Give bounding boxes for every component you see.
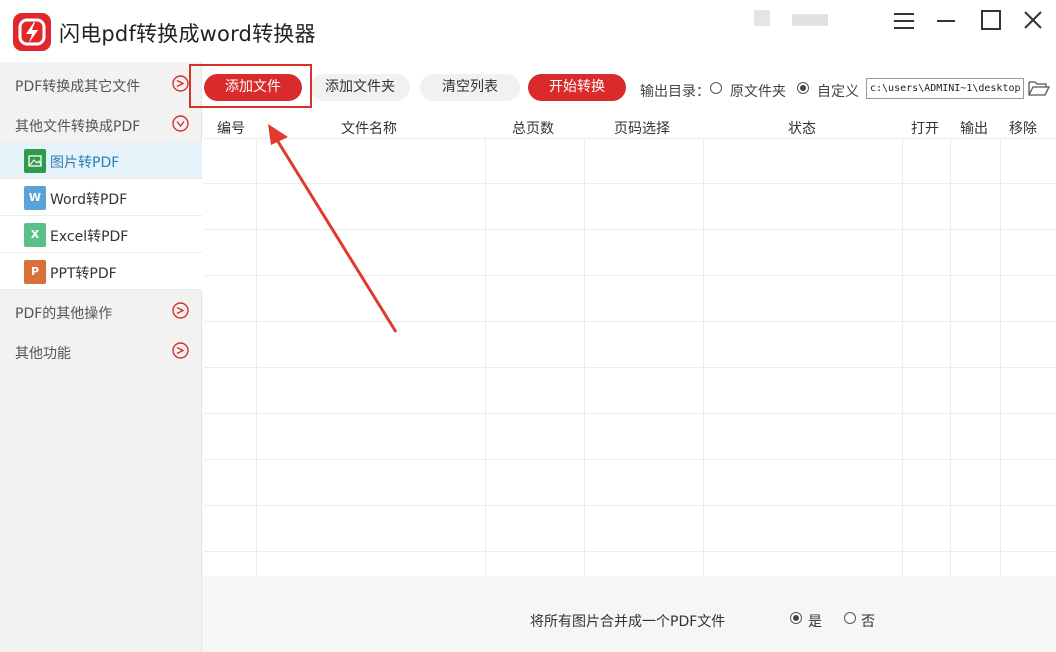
column-header-filename: 文件名称 [341,121,397,137]
merge-no-label: 否 [861,614,875,630]
sidebar-item-ppt-to-pdf[interactable]: P PPT转PDF [0,253,202,290]
table-gridline [256,138,257,576]
blurred-username [792,14,828,26]
original-folder-label: 原文件夹 [730,84,786,100]
column-header-total-pages: 总页数 [512,121,554,137]
sidebar-item-image-to-pdf[interactable]: 图片转PDF [0,142,202,179]
minimize-icon[interactable] [932,8,960,34]
table-gridline [204,459,1056,460]
merge-images-label: 将所有图片合并成一个PDF文件 [530,614,726,630]
output-dir-label: 输出目录： [640,84,710,100]
column-header-open: 打开 [911,121,939,137]
toolbar: 添加文件 添加文件夹 清空列表 开始转换 输出目录： 原文件夹 自定义 c:\u… [202,62,1056,114]
image-file-icon [24,149,46,173]
merge-yes-label: 是 [808,614,822,630]
sidebar-item-excel-to-pdf[interactable]: X Excel转PDF [0,216,202,253]
table-gridline [204,413,1056,414]
file-table: 编号 文件名称 总页数 页码选择 状态 打开 输出 移除 [204,114,1056,576]
table-gridline [204,321,1056,322]
table-gridline [204,505,1056,506]
column-header-remove: 移除 [1009,121,1037,137]
sidebar-item-label: 图片转PDF [50,155,120,171]
clear-list-button[interactable]: 清空列表 [420,74,520,101]
chevron-right-circle-icon [172,302,189,319]
column-header-output: 输出 [960,121,988,137]
chevron-down-circle-icon [172,115,189,132]
radio-merge-no[interactable] [844,612,856,624]
sidebar-item-label: Excel转PDF [50,229,129,245]
app-title: 闪电pdf转换成word转换器 [59,22,316,46]
sidebar-group-other-features[interactable]: 其他功能 [0,331,202,371]
custom-label: 自定义 [817,84,859,100]
chevron-right-circle-icon [172,342,189,359]
table-gridline [204,275,1056,276]
sidebar-group-other-to-pdf[interactable]: 其他文件转换成PDF [0,104,202,144]
add-file-button[interactable]: 添加文件 [204,74,302,101]
ppt-file-icon: P [24,260,46,284]
blurred-avatar [754,10,770,26]
sidebar: PDF转换成其它文件 其他文件转换成PDF 图片转PDF W Word转PDF … [0,62,202,652]
maximize-icon[interactable] [977,8,1005,34]
table-gridline [204,367,1056,368]
close-icon[interactable] [1019,8,1047,34]
table-gridline [204,229,1056,230]
start-convert-button[interactable]: 开始转换 [528,74,626,101]
chevron-right-circle-icon [172,75,189,92]
word-file-icon: W [24,186,46,210]
sidebar-group-pdf-to-other[interactable]: PDF转换成其它文件 [0,64,202,104]
column-header-page-select: 页码选择 [614,121,670,137]
sidebar-group-label: 其他文件转换成PDF [15,119,141,135]
table-gridline [1000,138,1001,576]
table-gridline [485,138,486,576]
table-gridline [584,138,585,576]
output-path-field[interactable]: c:\users\ADMINI~1\desktop [866,78,1024,99]
sidebar-item-label: Word转PDF [50,192,128,208]
title-bar: 闪电pdf转换成word转换器 [0,0,1056,62]
footer-options: 将所有图片合并成一个PDF文件 是 否 [202,576,1056,652]
sidebar-group-label: PDF的其他操作 [15,306,113,322]
table-gridline [703,138,704,576]
folder-open-icon[interactable] [1028,79,1051,97]
radio-original-folder[interactable] [710,82,722,94]
table-gridline [902,138,903,576]
menu-icon[interactable] [890,8,918,34]
radio-custom[interactable] [797,82,809,94]
table-gridline [204,551,1056,552]
app-logo-icon [13,13,51,51]
radio-merge-yes[interactable] [790,612,802,624]
table-header: 编号 文件名称 总页数 页码选择 状态 打开 输出 移除 [204,114,1056,138]
sidebar-group-label: 其他功能 [15,346,71,362]
table-gridline [204,138,1056,139]
column-header-number: 编号 [217,121,245,137]
table-gridline [204,183,1056,184]
sidebar-item-word-to-pdf[interactable]: W Word转PDF [0,179,202,216]
add-folder-button[interactable]: 添加文件夹 [310,74,410,101]
sidebar-group-pdf-other-ops[interactable]: PDF的其他操作 [0,291,202,331]
sidebar-item-label: PPT转PDF [50,266,117,282]
excel-file-icon: X [24,223,46,247]
sidebar-group-label: PDF转换成其它文件 [15,79,141,95]
column-header-status: 状态 [788,121,816,137]
table-gridline [950,138,951,576]
